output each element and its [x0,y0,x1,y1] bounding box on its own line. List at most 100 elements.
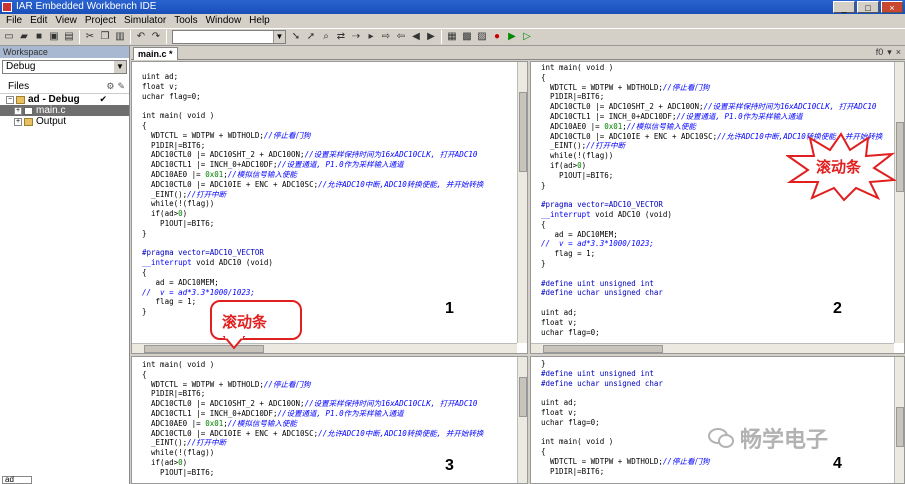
vertical-scrollbar[interactable] [517,357,527,483]
maximize-button[interactable]: □ [857,1,879,13]
wechat-logo-icon [708,428,734,448]
pane-number-label: 2 [833,300,842,317]
cut-icon[interactable]: ✂ [83,30,97,44]
callout-tail [222,336,246,350]
replace-icon[interactable]: ⇄ [334,30,348,44]
workspace-tab[interactable]: ad [2,476,32,484]
toolbar-separator [79,30,80,44]
menu-project[interactable]: Project [81,14,120,28]
make-icon[interactable]: ▩ [460,30,474,44]
tree-item-main-c[interactable]: + main.c [0,105,129,116]
function-list-icon[interactable]: f0 [876,47,884,58]
build-status-icon: ✎ [117,81,125,91]
check-icon: ✔ [99,94,107,104]
file-icon [24,106,33,115]
scrollbar-callout-label: 滚动条 [222,314,268,331]
scrollbar-thumb[interactable] [896,122,904,192]
compile-icon[interactable]: ▦ [445,30,459,44]
vertical-scrollbar[interactable] [894,62,904,343]
files-header: Files ⚙ ✎ [0,80,129,94]
expand-icon[interactable]: + [14,106,22,115]
menu-tools[interactable]: Tools [170,14,201,28]
navigate-back-icon[interactable]: ◀ [409,30,423,44]
collapse-icon[interactable]: − [6,95,14,104]
menu-view[interactable]: View [51,14,81,28]
tab-main-c[interactable]: main.c * [133,47,178,60]
scrollbar-thumb[interactable] [543,345,663,353]
minimize-button[interactable]: _ [833,1,855,13]
editor-pane-1[interactable]: uint ad; float v; uchar flag=0; int main… [131,61,528,354]
menu-bar: File Edit View Project Simulator Tools W… [0,14,905,28]
toolbar-separator [166,30,167,44]
editor-pane-3[interactable]: int main( void ) { WDTCTL = WDTPW + WDTH… [131,356,528,484]
close-button[interactable]: × [881,1,903,13]
menu-edit[interactable]: Edit [26,14,51,28]
watermark: 畅学电子 [708,422,828,454]
vertical-scrollbar[interactable] [517,62,527,343]
new-file-icon[interactable]: ▭ [2,30,16,44]
find-combobox[interactable]: ▼ [172,30,286,44]
horizontal-scrollbar[interactable] [132,343,517,353]
undo-icon[interactable]: ↶ [134,30,148,44]
configuration-select[interactable]: Debug ▼ [2,60,127,74]
settings-icon[interactable]: ⚙ [106,81,114,92]
project-label: ad - Debug [28,94,80,105]
bookmark-toggle-icon[interactable]: ▸ [364,30,378,44]
tab-dropdown-icon[interactable]: ▾ [887,47,892,58]
expand-icon[interactable]: + [14,117,22,126]
vertical-scrollbar[interactable] [894,357,904,483]
chevron-down-icon[interactable]: ▼ [114,61,126,73]
editor-tab-bar: main.c * f0 ▾ × [131,46,905,60]
find-prev-icon[interactable]: ➚ [304,30,318,44]
scrollbar-thumb[interactable] [519,92,527,172]
menu-window[interactable]: Window [202,14,246,28]
editor-pane-4[interactable]: } #define uint unsigned int #define ucha… [530,356,905,484]
navigate-forward-icon[interactable]: ▶ [424,30,438,44]
menu-file[interactable]: File [2,14,26,28]
bookmark-prev-icon[interactable]: ⇦ [394,30,408,44]
horizontal-scrollbar[interactable] [531,343,894,353]
toolbar: ▭ ▰ ■ ▣ ▤ ✂ ❐ ▥ ↶ ↷ ▼ ➘ ➚ ⌕ ⇄ ⇢ ▸ ⇨ ⇦ ◀ … [0,28,905,46]
redo-icon[interactable]: ↷ [149,30,163,44]
project-icon [16,95,25,104]
save-all-icon[interactable]: ▣ [47,30,61,44]
scrollbar-thumb[interactable] [519,377,527,417]
tree-item-project[interactable]: − ad - Debug ✔ [0,94,129,105]
menu-help[interactable]: Help [245,14,274,28]
find-icon[interactable]: ⌕ [319,30,333,44]
configuration-value: Debug [6,61,36,72]
toolbar-separator [130,30,131,44]
close-tab-icon[interactable]: × [896,47,901,58]
menu-simulator[interactable]: Simulator [120,14,170,28]
debug-icon[interactable]: ▶ [505,30,519,44]
code-view[interactable]: int main( void ) { WDTCTL = WDTPW + WDTH… [142,360,511,478]
bookmark-next-icon[interactable]: ⇨ [379,30,393,44]
pane-number-label: 1 [445,300,454,317]
stop-build-icon[interactable]: ▨ [475,30,489,44]
debug-without-download-icon[interactable]: ▷ [520,30,534,44]
breakpoint-icon[interactable]: ● [490,30,504,44]
save-icon[interactable]: ■ [32,30,46,44]
tree-item-label: Output [36,116,67,127]
open-folder-icon[interactable]: ▰ [17,30,31,44]
watermark-text: 畅学电子 [740,427,829,452]
goto-icon[interactable]: ⇢ [349,30,363,44]
tree-item-label: main.c [36,105,66,116]
code-view[interactable]: uint ad; float v; uchar flag=0; int main… [142,72,511,317]
toolbar-separator [441,30,442,44]
scrollbar-callout-label-2: 滚动条 [816,159,862,176]
print-icon[interactable]: ▤ [62,30,76,44]
folder-icon [24,117,33,126]
scrollbar-thumb[interactable] [896,407,904,447]
copy-icon[interactable]: ❐ [98,30,112,44]
title-bar: IAR Embedded Workbench IDE _ □ × [0,0,905,14]
editor-pane-2[interactable]: int main( void ) { WDTCTL = WDTPW + WDTH… [530,61,905,354]
chevron-down-icon[interactable]: ▼ [273,31,285,43]
pane-number-label: 4 [833,455,842,472]
pane-number-label: 3 [445,457,454,474]
paste-icon[interactable]: ▥ [113,30,127,44]
workspace-title: Workspace [0,46,129,58]
find-next-icon[interactable]: ➘ [289,30,303,44]
workspace-panel: Workspace Debug ▼ Files ⚙ ✎ − ad - Debug… [0,46,130,484]
tree-item-output[interactable]: + Output [0,116,129,127]
